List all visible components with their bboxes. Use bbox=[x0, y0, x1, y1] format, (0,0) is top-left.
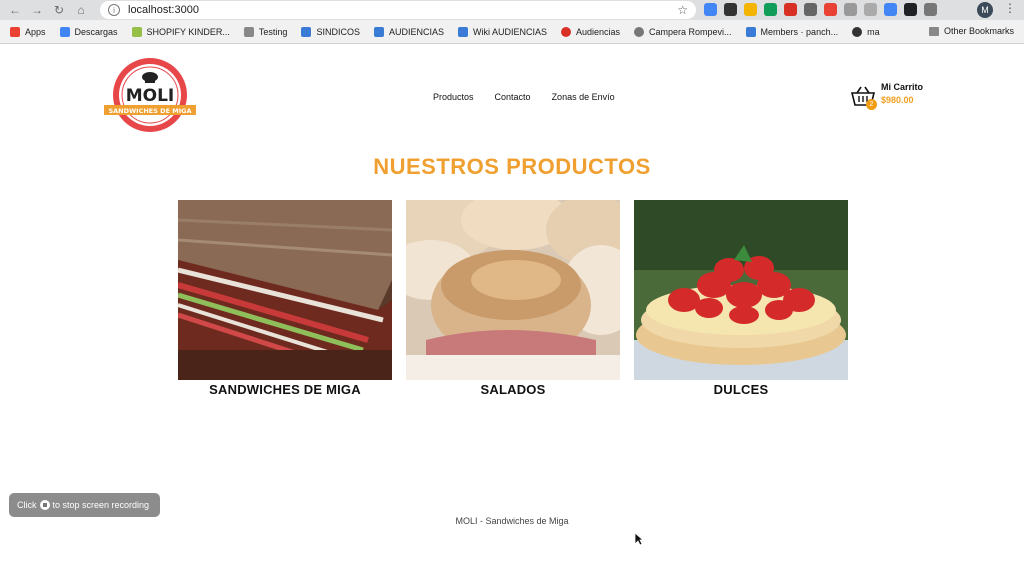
extension-icons bbox=[704, 3, 937, 16]
main-nav: Productos Contacto Zonas de Envío bbox=[433, 92, 615, 102]
apps-grid-icon bbox=[10, 26, 20, 37]
url-text: localhost:3000 bbox=[128, 4, 199, 16]
footer-text: MOLI - Sandwiches de Miga bbox=[455, 516, 569, 526]
cart-price: $980.00 bbox=[881, 95, 914, 105]
bookmark-item[interactable]: SINDICOS bbox=[301, 26, 360, 37]
product-label[interactable]: SANDWICHES DE MIGA bbox=[178, 382, 392, 397]
bookmark-item[interactable]: AUDIENCIAS bbox=[373, 26, 444, 37]
product-label[interactable]: DULCES bbox=[634, 382, 848, 397]
info-icon[interactable]: i bbox=[108, 4, 120, 16]
extension-icon[interactable] bbox=[824, 3, 837, 16]
salados-image[interactable] bbox=[406, 200, 620, 380]
section-title: NUESTROS PRODUCTOS bbox=[373, 154, 651, 179]
stop-recording-icon[interactable] bbox=[39, 500, 50, 510]
product-card-sandwiches[interactable]: SANDWICHES DE MIGA bbox=[178, 200, 392, 397]
rec-toast-suffix: to stop screen recording bbox=[52, 500, 150, 510]
page: MOLI SANDWICHES DE MIGA Productos Contac… bbox=[0, 45, 1024, 576]
extension-icon[interactable] bbox=[844, 3, 857, 16]
extension-icon[interactable] bbox=[884, 3, 897, 16]
bookmark-item[interactable]: SHOPIFY KINDER... bbox=[131, 26, 230, 37]
address-bar[interactable]: i localhost:3000 ☆ bbox=[100, 1, 696, 19]
bookmark-item[interactable]: Descargas bbox=[59, 26, 118, 37]
extension-icon[interactable] bbox=[764, 3, 777, 16]
nav-contacto[interactable]: Contacto bbox=[495, 92, 531, 102]
cart-widget[interactable]: 2 Mi Carrito $980.00 bbox=[850, 82, 923, 110]
bookmark-item[interactable]: Apps bbox=[10, 26, 46, 37]
nav-zonas-envio[interactable]: Zonas de Envío bbox=[552, 92, 615, 102]
bookmark-item[interactable]: Wiki AUDIENCIAS bbox=[457, 26, 547, 37]
cart-title: Mi Carrito bbox=[881, 82, 924, 92]
extension-icon[interactable] bbox=[744, 3, 757, 16]
menu-dots-icon[interactable]: ⋮ bbox=[1004, 1, 1016, 15]
cart-count-badge: 2 bbox=[866, 99, 877, 110]
bookmark-star-icon[interactable]: ☆ bbox=[677, 3, 688, 17]
extension-icon[interactable] bbox=[804, 3, 817, 16]
extension-icon[interactable] bbox=[704, 3, 717, 16]
cart-text: Mi Carrito $980.00 bbox=[881, 82, 923, 105]
product-grid: SANDWICHES DE MIGA SALADOS DULCES bbox=[178, 200, 848, 397]
extension-icon[interactable] bbox=[724, 3, 737, 16]
bookmark-item[interactable]: Campera Rompevi... bbox=[634, 26, 732, 37]
home-icon[interactable]: ⌂ bbox=[70, 0, 92, 20]
browser-toolbar: ← → ↻ ⌂ i localhost:3000 ☆ M ⋮ bbox=[0, 0, 1024, 20]
sandwich-image[interactable] bbox=[178, 200, 392, 380]
bookmark-item[interactable]: Audiencias bbox=[560, 26, 620, 37]
product-card-dulces[interactable]: DULCES bbox=[634, 200, 848, 397]
site-icon bbox=[852, 26, 863, 37]
reload-icon[interactable]: ↻ bbox=[48, 0, 70, 20]
mouse-cursor-icon bbox=[634, 532, 644, 546]
product-card-salados[interactable]: SALADOS bbox=[406, 200, 620, 397]
extension-icon[interactable] bbox=[864, 3, 877, 16]
globe-icon bbox=[634, 26, 645, 37]
rec-toast-prefix: Click bbox=[17, 500, 37, 510]
logo-subtitle: SANDWICHES DE MIGA bbox=[108, 107, 191, 115]
bookmark-item[interactable]: Testing bbox=[243, 26, 287, 37]
download-icon bbox=[59, 26, 70, 37]
other-bookmarks[interactable]: Other Bookmarks bbox=[928, 26, 1014, 36]
record-icon bbox=[560, 26, 571, 37]
shopify-icon bbox=[131, 26, 142, 37]
cart-icon-wrap: 2 bbox=[850, 86, 877, 110]
bookmark-item[interactable]: Members · panch... bbox=[745, 26, 838, 37]
extension-icon[interactable] bbox=[904, 3, 917, 16]
bookmark-item[interactable]: ma bbox=[852, 26, 880, 37]
logo-text: MOLI bbox=[126, 86, 175, 106]
moli-logo[interactable]: MOLI SANDWICHES DE MIGA bbox=[104, 55, 196, 135]
profile-avatar[interactable]: M bbox=[977, 2, 993, 18]
confluence-icon bbox=[457, 26, 468, 37]
bookmarks-bar: Apps Descargas SHOPIFY KINDER... Testing… bbox=[0, 20, 1024, 44]
nav-productos[interactable]: Productos bbox=[433, 92, 474, 102]
screen-recording-toast[interactable]: Click to stop screen recording bbox=[9, 493, 160, 517]
folder-icon bbox=[243, 26, 254, 37]
forward-arrow-icon[interactable]: → bbox=[26, 0, 48, 20]
folder-icon bbox=[928, 26, 939, 36]
extension-icon[interactable] bbox=[784, 3, 797, 16]
dulces-image[interactable] bbox=[634, 200, 848, 380]
product-label[interactable]: SALADOS bbox=[406, 382, 620, 397]
confluence-icon bbox=[373, 26, 384, 37]
confluence-icon bbox=[301, 26, 312, 37]
confluence-icon bbox=[745, 26, 756, 37]
puzzle-icon[interactable] bbox=[924, 3, 937, 16]
back-arrow-icon[interactable]: ← bbox=[4, 0, 26, 20]
